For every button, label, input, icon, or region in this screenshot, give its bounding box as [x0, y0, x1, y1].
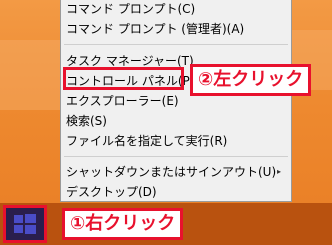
menu-separator	[64, 44, 288, 45]
menu-item-shutdown-signout[interactable]: シャットダウンまたはサインアウト(U)	[66, 162, 276, 182]
quick-link-menu: コマンド プロンプト(C) コマンド プロンプト (管理者)(A) タスク マネ…	[60, 0, 292, 202]
step1-right-click-label: ①右クリック	[62, 208, 184, 240]
menu-item-desktop[interactable]: デスクトップ(D)	[66, 182, 157, 202]
menu-item-explorer[interactable]: エクスプローラー(E)	[66, 91, 179, 111]
step2-left-click-label: ②左クリック	[190, 64, 312, 96]
desktop-tile	[0, 40, 60, 110]
menu-item-command-prompt-admin[interactable]: コマンド プロンプト (管理者)(A)	[66, 19, 244, 39]
menu-separator	[64, 156, 288, 157]
menu-item-command-prompt[interactable]: コマンド プロンプト(C)	[66, 0, 195, 19]
submenu-arrow-icon: ▸	[276, 167, 281, 176]
menu-item-search[interactable]: 検索(S)	[66, 111, 107, 131]
control-panel-highlight	[63, 67, 184, 90]
menu-item-run[interactable]: ファイル名を指定して実行(R)	[66, 131, 227, 151]
windows-logo-icon	[14, 214, 36, 234]
start-button[interactable]	[3, 205, 47, 243]
